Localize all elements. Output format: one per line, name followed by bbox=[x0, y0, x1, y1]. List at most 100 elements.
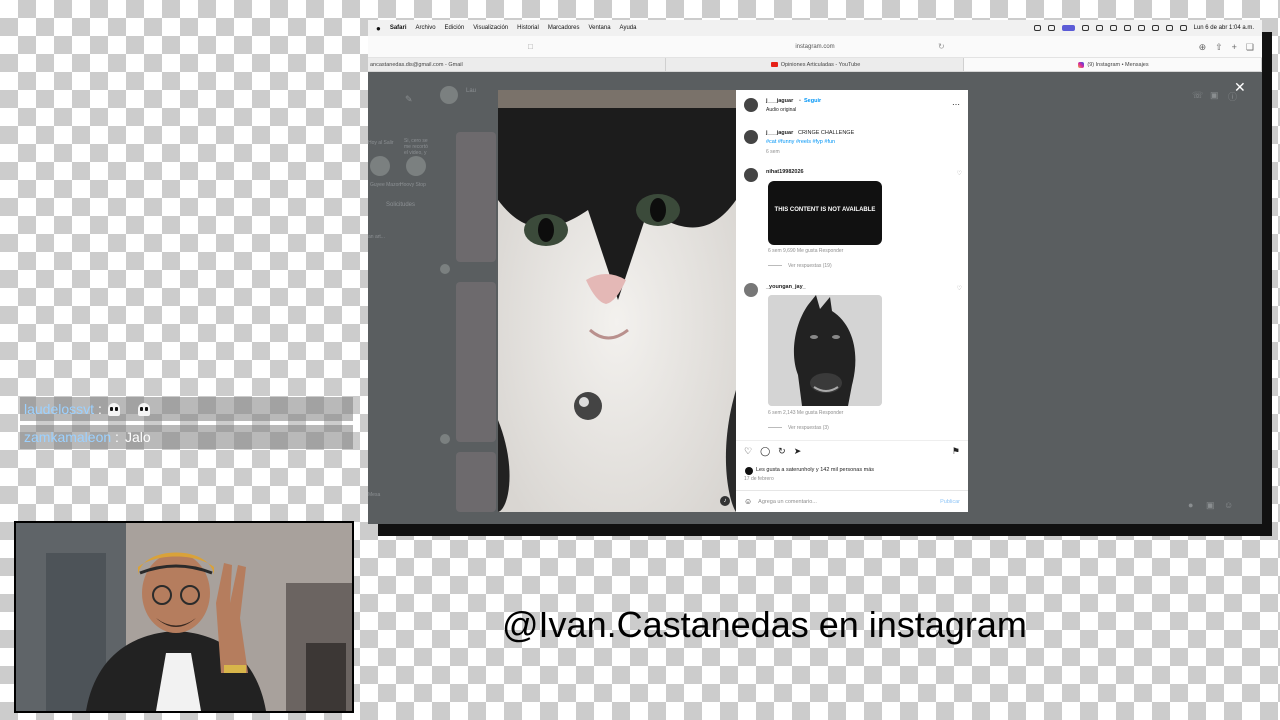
status-icon[interactable] bbox=[1061, 25, 1075, 31]
chat-message: laudelossvt : bbox=[20, 397, 353, 421]
comment-like-icon[interactable]: ♡ bbox=[957, 285, 962, 292]
caption-user[interactable]: j___jaguar bbox=[766, 130, 793, 136]
new-tab-icon[interactable]: + bbox=[1232, 42, 1237, 53]
apple-icon[interactable]: ● bbox=[376, 24, 381, 33]
downloads-icon[interactable]: ⊕ bbox=[1199, 42, 1207, 53]
caption-text: CRINGE CHALLENGE bbox=[798, 130, 855, 136]
control-center-icon[interactable] bbox=[1179, 25, 1187, 31]
avatar[interactable] bbox=[745, 467, 753, 475]
status-icon[interactable] bbox=[1137, 25, 1145, 31]
status-icons: Lun 6 de abr 1:04 a.m. bbox=[1033, 25, 1254, 31]
avatar[interactable] bbox=[744, 168, 758, 182]
avatar bbox=[370, 156, 390, 176]
tab-youtube[interactable]: Opiniones Articuladas - YouTube bbox=[666, 58, 964, 71]
avatar bbox=[406, 156, 426, 176]
ghost-emote-icon bbox=[137, 402, 150, 416]
tab-instagram[interactable]: (9) Instagram • Mensajes bbox=[964, 58, 1262, 71]
view-replies[interactable]: Ver respuestas (19) bbox=[788, 263, 832, 269]
comment-user[interactable]: nihat19982026 bbox=[766, 169, 804, 175]
menu-ventana[interactable]: Ventana bbox=[589, 25, 611, 31]
menu-archivo[interactable]: Archivo bbox=[416, 25, 436, 31]
bookmark-icon[interactable]: ⚑ bbox=[952, 446, 960, 457]
phone-icon[interactable]: ☏ bbox=[1192, 90, 1203, 101]
menu-edicion[interactable]: Edición bbox=[445, 25, 465, 31]
comment-icon[interactable]: ◯ bbox=[760, 446, 770, 457]
bg-thumbnail bbox=[456, 282, 496, 442]
more-options-icon[interactable]: ⋯ bbox=[952, 100, 960, 109]
comment-meta: 6 sem 2,143 Me gusta Responder bbox=[768, 410, 844, 416]
bg-item: an art... bbox=[368, 234, 385, 240]
menu-visualizacion[interactable]: Visualización bbox=[473, 25, 508, 31]
status-icon[interactable] bbox=[1033, 25, 1041, 31]
divider bbox=[768, 265, 782, 266]
status-icon[interactable] bbox=[1109, 25, 1117, 31]
menubar-datetime[interactable]: Lun 6 de abr 1:04 a.m. bbox=[1194, 25, 1254, 31]
post-username[interactable]: j___jaguar bbox=[766, 98, 793, 104]
stream-chat: laudelossvt : zamkamaleon : Jalo bbox=[20, 397, 353, 452]
status-icon[interactable] bbox=[1095, 25, 1103, 31]
audio-label[interactable]: Audio original bbox=[766, 107, 796, 113]
reload-icon[interactable]: ↻ bbox=[938, 42, 945, 51]
chat-user: laudelossvt bbox=[24, 401, 95, 417]
hashtags[interactable]: #cat #funny #reels #fyp #fun bbox=[766, 139, 835, 145]
comment-image[interactable] bbox=[768, 295, 882, 406]
post-actions: ♡ ◯ ↻ ➤ bbox=[744, 446, 801, 457]
cat-image bbox=[498, 90, 736, 512]
status-icon[interactable] bbox=[1047, 25, 1055, 31]
send-icon[interactable]: ➤ bbox=[794, 446, 802, 457]
bg-requests[interactable]: Solicitudes bbox=[386, 202, 415, 208]
comment-meta: 6 sem 9,690 Me gusta Responder bbox=[768, 248, 844, 254]
post-date: 17 de febrero bbox=[744, 476, 774, 482]
comment-user[interactable]: _youngan_jay_ bbox=[766, 284, 806, 290]
menu-safari[interactable]: Safari bbox=[390, 25, 407, 31]
video-icon[interactable]: ▣ bbox=[1210, 90, 1219, 101]
tab-overview-icon[interactable]: ❏ bbox=[1246, 42, 1254, 53]
avatar bbox=[440, 86, 458, 104]
publish-button[interactable]: Publicar bbox=[940, 499, 960, 505]
view-replies[interactable]: Ver respuestas (3) bbox=[788, 425, 829, 431]
page-icon: □ bbox=[528, 42, 533, 51]
tab-label: Opiniones Articuladas - YouTube bbox=[780, 61, 861, 68]
horse-image bbox=[768, 295, 882, 406]
chat-separator: : bbox=[97, 401, 102, 417]
post-panel: j___jaguar • Seguir Audio original ⋯ j__… bbox=[736, 90, 968, 512]
menu-historial[interactable]: Historial bbox=[517, 25, 539, 31]
tab-gmail[interactable]: ancastanedas.dis@gmail.com - Gmail bbox=[368, 58, 666, 71]
compose-icon[interactable]: ✎ bbox=[405, 94, 413, 105]
bg-thumbnail bbox=[456, 452, 496, 512]
mic-icon[interactable]: ● bbox=[1188, 500, 1193, 510]
comment-bar: ☺ Agrega un comentario... Publicar bbox=[736, 490, 968, 512]
avatar[interactable] bbox=[744, 98, 758, 112]
share-icon[interactable]: ↻ bbox=[778, 446, 786, 457]
share-toolbar-icon[interactable]: ⇧ bbox=[1215, 42, 1223, 53]
mac-window: ● Safari Archivo Edición Visualización H… bbox=[368, 20, 1262, 524]
follow-button[interactable]: Seguir bbox=[804, 98, 821, 104]
post-video[interactable]: ♪ bbox=[498, 90, 736, 512]
heart-icon[interactable]: ♡ bbox=[744, 446, 752, 457]
bg-snippet: Si, cero se me recortó el video, y bbox=[404, 138, 428, 156]
search-icon[interactable] bbox=[1165, 25, 1173, 31]
comment-input[interactable]: Agrega un comentario... bbox=[758, 499, 817, 505]
menu-ayuda[interactable]: Ayuda bbox=[620, 25, 637, 31]
menu-bar: ● Safari Archivo Edición Visualización H… bbox=[368, 20, 1262, 36]
mute-icon[interactable]: ♪ bbox=[720, 496, 730, 506]
status-icon[interactable] bbox=[1081, 25, 1089, 31]
wifi-icon[interactable] bbox=[1151, 25, 1159, 31]
address-bar[interactable]: instagram.com bbox=[795, 44, 834, 50]
avatar bbox=[440, 434, 450, 444]
menu-marcadores[interactable]: Marcadores bbox=[548, 25, 580, 31]
avatar bbox=[440, 264, 450, 274]
avatar[interactable] bbox=[744, 130, 758, 144]
divider bbox=[768, 427, 782, 428]
comment-like-icon[interactable]: ♡ bbox=[957, 170, 962, 177]
comment-image[interactable]: THIS CONTENT IS NOT AVAILABLE bbox=[768, 181, 882, 245]
status-icon[interactable] bbox=[1123, 25, 1131, 31]
close-icon[interactable]: ✕ bbox=[1234, 80, 1246, 94]
likes-text[interactable]: Les gusta a saterunholy y 142 mil person… bbox=[756, 467, 874, 473]
webcam-feed bbox=[14, 521, 354, 713]
avatar[interactable] bbox=[744, 283, 758, 297]
sticker-icon[interactable]: ☺ bbox=[1224, 500, 1233, 510]
emoji-icon[interactable]: ☺ bbox=[744, 497, 752, 506]
tab-bar: ancastanedas.dis@gmail.com - Gmail Opini… bbox=[368, 58, 1262, 72]
image-icon[interactable]: ▣ bbox=[1206, 500, 1215, 511]
